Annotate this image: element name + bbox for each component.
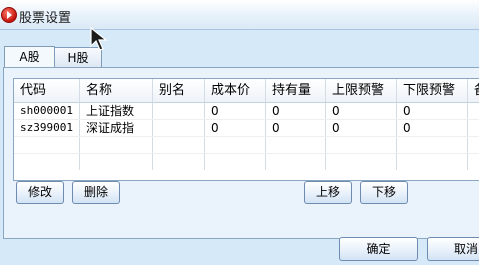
title-bar: 股票设置 [0, 0, 479, 30]
move-down-button[interactable]: 下移 [360, 181, 408, 204]
window-title: 股票设置 [19, 11, 72, 26]
empty-cell [205, 137, 266, 153]
empty-cell [468, 154, 479, 170]
column-header-name[interactable]: 名称 [80, 79, 153, 102]
column-header-lower-alert[interactable]: 下限预警 [397, 79, 468, 102]
column-header-note[interactable]: 备注 [468, 79, 479, 102]
cell-lower-alert: 0 [397, 103, 468, 119]
delete-button[interactable]: 删除 [72, 181, 120, 204]
cell-holding: 0 [266, 120, 326, 136]
empty-table-row [14, 137, 479, 154]
empty-cell [153, 154, 205, 170]
stock-table[interactable]: 代码 名称 别名 成本价 持有量 上限预警 下限预警 备注 sh000001 上… [13, 78, 479, 181]
empty-cell [80, 137, 153, 153]
empty-cell [326, 137, 397, 153]
edit-button[interactable]: 修改 [16, 181, 64, 204]
cell-note [468, 120, 479, 136]
column-header-upper-alert[interactable]: 上限预警 [326, 79, 397, 102]
tab-a-shares[interactable]: A股 [4, 46, 55, 69]
empty-cell [80, 154, 153, 170]
cell-note [468, 103, 479, 119]
empty-cell [468, 137, 479, 153]
cell-code: sh000001 [14, 103, 80, 119]
mouse-pointer-icon [90, 27, 108, 51]
cell-alias [153, 120, 205, 136]
cell-cost: 0 [205, 103, 266, 119]
cell-lower-alert: 0 [397, 120, 468, 136]
cancel-button[interactable]: 取消 [427, 237, 479, 261]
empty-cell [14, 137, 80, 153]
empty-cell [153, 137, 205, 153]
table-header: 代码 名称 别名 成本价 持有量 上限预警 下限预警 备注 [14, 79, 479, 103]
ok-button[interactable]: 确定 [339, 237, 418, 261]
move-up-button[interactable]: 上移 [304, 181, 352, 204]
table-row[interactable]: sh000001 上证指数 0 0 0 0 [14, 103, 479, 120]
empty-cell [266, 137, 326, 153]
cell-name: 上证指数 [80, 103, 153, 119]
empty-cell [397, 137, 468, 153]
cell-upper-alert: 0 [326, 120, 397, 136]
column-header-cost[interactable]: 成本价 [205, 79, 266, 102]
cell-alias [153, 103, 205, 119]
column-header-holding[interactable]: 持有量 [266, 79, 326, 102]
column-header-alias[interactable]: 别名 [153, 79, 205, 102]
app-icon [1, 7, 17, 23]
cell-cost: 0 [205, 120, 266, 136]
empty-cell [397, 154, 468, 170]
empty-cell [266, 154, 326, 170]
empty-cell [205, 154, 266, 170]
column-header-code[interactable]: 代码 [14, 79, 80, 102]
cell-upper-alert: 0 [326, 103, 397, 119]
table-row[interactable]: sz399001 深证成指 0 0 0 0 [14, 120, 479, 137]
cell-holding: 0 [266, 103, 326, 119]
cell-name: 深证成指 [80, 120, 153, 136]
empty-table-row [14, 154, 479, 170]
cell-code: sz399001 [14, 120, 80, 136]
empty-cell [326, 154, 397, 170]
empty-cell [14, 154, 80, 170]
